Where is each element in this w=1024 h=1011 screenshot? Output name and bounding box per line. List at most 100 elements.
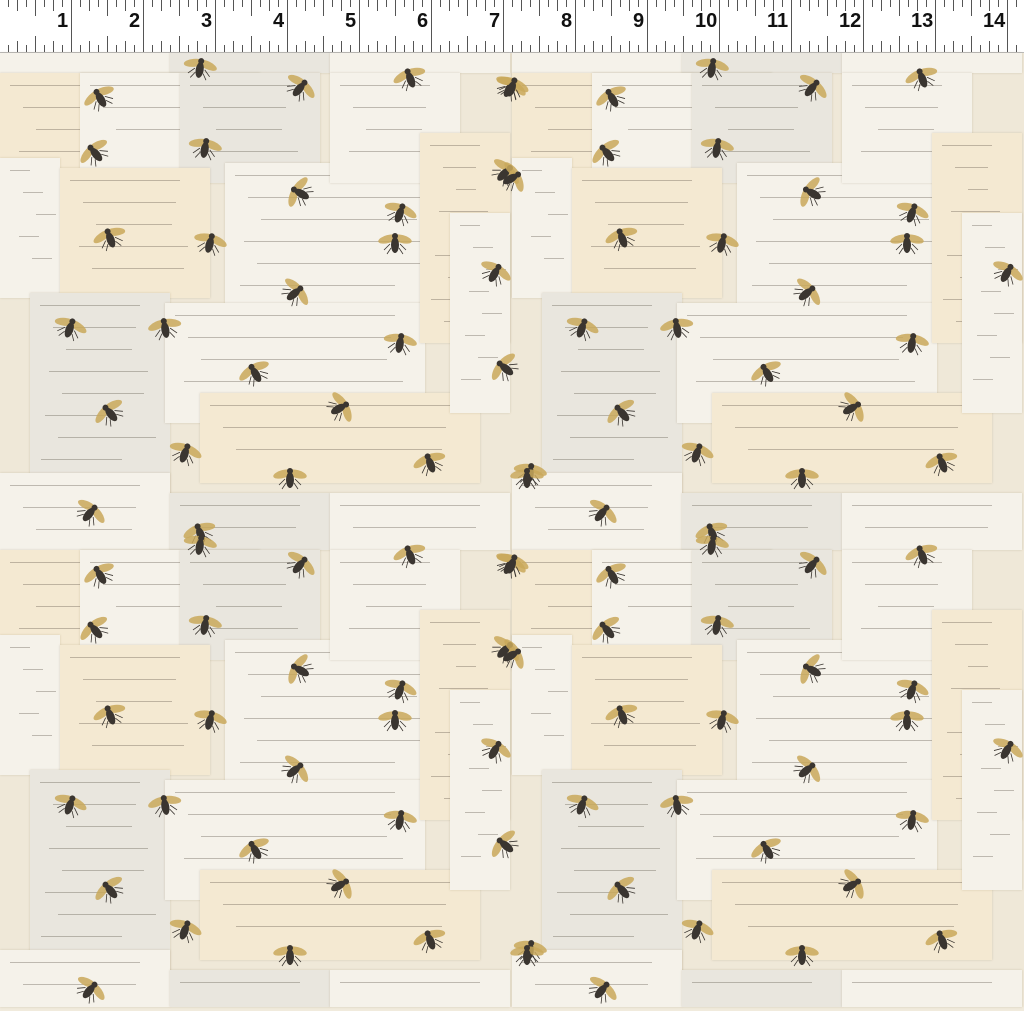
handwriting-line [544,735,564,736]
handwriting-line [62,870,144,871]
ruler-tick [800,0,801,7]
ruler-tick [998,0,999,7]
ruler-tick [782,0,783,7]
handwriting-line [548,214,568,215]
ruler-tick [845,41,846,52]
ruler-tick [251,0,252,16]
ruler-tick [431,0,432,52]
ruler-tick [350,45,351,52]
ruler-tick [566,0,567,7]
handwriting-line [687,315,907,316]
ruler-tick [170,0,171,7]
ruler-tick [377,41,378,52]
ruler-tick [476,45,477,52]
ruler-tick [899,36,900,52]
handwriting-line [994,790,1014,791]
handwriting-line [700,814,903,815]
handwriting-line [203,107,286,108]
handwriting-line [942,145,992,146]
ruler-tick [809,41,810,52]
handwriting-line [878,129,934,130]
bee-icon [186,609,224,641]
ruler-tick [359,0,360,52]
ruler-tick [386,45,387,52]
ruler-tick [674,0,675,7]
ruler-tick [395,36,396,52]
handwriting-line [973,379,993,380]
handwriting-line [981,291,1001,292]
handwriting-line [595,202,688,203]
handwriting-line [977,812,997,813]
handwriting-line [469,291,489,292]
ruler-tick [485,0,486,11]
bee-icon [273,465,307,491]
handwriting-line [23,192,43,193]
ruler-tick [98,45,99,52]
bee-icon [890,707,924,733]
handwriting-line [223,904,446,905]
bee-icon [510,465,544,491]
handwriting-line [443,644,476,645]
ruler-tick [98,0,99,7]
handwriting-line [240,285,395,286]
ruler-tick [422,45,423,52]
handwriting-line [977,335,997,336]
handwriting-line [942,622,992,623]
handwriting-line [955,644,988,645]
ruler-number: 5 [345,10,356,33]
ruler-number: 8 [561,10,572,33]
ruler-tick [116,45,117,52]
handwriting-line [184,381,403,382]
handwriting-line [203,584,286,585]
ruler-tick [611,36,612,52]
ruler-tick [863,0,864,52]
handwriting-line [456,666,476,667]
handwriting-line [10,647,30,648]
ruler-tick [170,45,171,52]
ruler-tick [350,0,351,7]
ruler-tick [8,0,9,7]
handwriting-line [561,848,660,849]
ruler-tick [638,0,639,7]
ruler-tick [26,45,27,52]
letter-paper [962,213,1022,413]
handwriting-line [201,836,387,837]
ruler-tick [89,0,90,11]
handwriting-line [456,189,476,190]
handwriting-line [544,258,564,259]
ruler-tick [539,0,540,16]
ruler-tick [764,45,765,52]
handwriting-line [180,505,300,506]
ruler-tick [755,0,756,16]
handwriting-line [696,381,915,382]
ruler-tick [458,0,459,7]
handwriting-line [40,782,140,783]
ruler-tick [134,0,135,7]
ruler-tick [881,41,882,52]
ruler-number: 9 [633,10,644,33]
ruler-tick [683,36,684,52]
bee-icon [378,707,412,733]
ruler-tick [422,0,423,7]
ruler-tick [710,0,711,7]
letter-paper [60,168,210,298]
bee-icon [893,804,931,836]
handwriting-line [190,85,290,86]
handwriting-line [92,745,184,746]
bee-icon [181,529,219,561]
handwriting-line [696,858,915,859]
ruler-tick [62,45,63,52]
ruler-tick [314,45,315,52]
ruler-tick [314,0,315,7]
handwriting-line [41,936,122,937]
handwriting-line [66,826,132,827]
handwriting-line [951,211,1000,212]
ruler-tick [503,0,504,52]
handwriting-line [548,529,644,530]
ruler-tick [872,45,873,52]
ruler-tick [989,41,990,52]
ruler-tick [44,45,45,52]
ruler-tick [602,0,603,7]
handwriting-line [236,926,442,927]
ruler-tick [593,41,594,52]
